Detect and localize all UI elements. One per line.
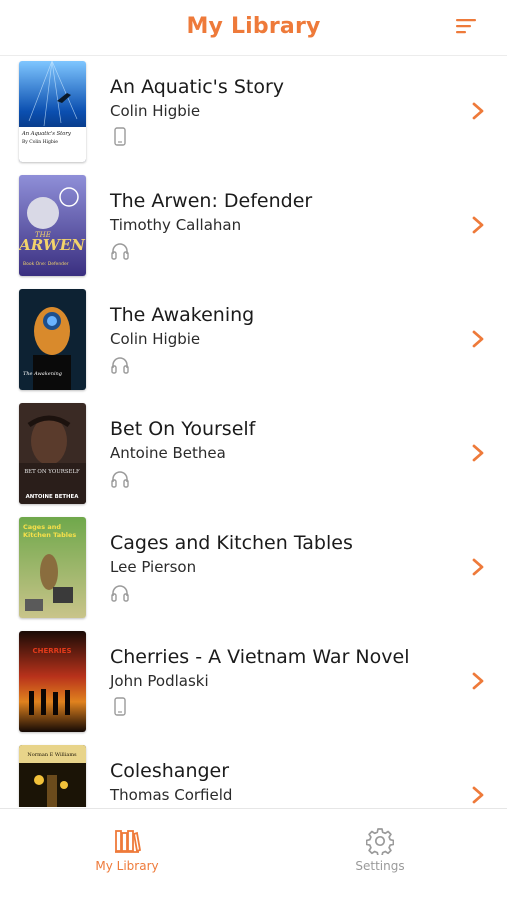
tab-my-library[interactable]: My Library xyxy=(27,809,227,889)
book-row[interactable]: BET ON YOURSELF ANTOINE BETHEA Bet On Yo… xyxy=(0,398,507,511)
cover-text: The Awakening xyxy=(23,371,62,377)
book-author: Timothy Callahan xyxy=(110,216,242,234)
book-row[interactable]: The Awakening The Awakening Colin Higbie xyxy=(0,284,507,397)
books-icon xyxy=(113,827,142,855)
sort-lines-icon xyxy=(456,19,476,34)
book-author: John Podlaski xyxy=(110,672,209,690)
chevron-right-icon[interactable] xyxy=(470,101,486,121)
book-cover: The Awakening xyxy=(19,289,86,390)
book-row[interactable]: An Aquatic's Story By Colin Higbie An Aq… xyxy=(0,56,507,169)
book-cover: Cages and Kitchen Tables xyxy=(19,517,86,618)
book-row[interactable]: Norman E Williams Coleshanger Thomas Cor… xyxy=(0,740,507,807)
book-title: Bet On Yourself xyxy=(110,418,256,440)
book-author: Colin Higbie xyxy=(110,330,201,348)
page-title: My Library xyxy=(186,14,321,39)
cover-text: Cages and xyxy=(23,523,61,531)
book-cover: An Aquatic's Story By Colin Higbie xyxy=(19,61,86,162)
headphones-icon xyxy=(110,582,130,604)
chevron-right-icon[interactable] xyxy=(470,443,486,463)
sort-button[interactable] xyxy=(452,14,482,40)
book-title: Coleshanger xyxy=(110,760,230,782)
chevron-right-icon[interactable] xyxy=(470,557,486,577)
headphones-icon xyxy=(110,354,130,376)
chevron-right-icon[interactable] xyxy=(470,215,486,235)
book-author: Antoine Bethea xyxy=(110,444,226,462)
book-row[interactable]: Cages and Kitchen Tables Cages and Kitch… xyxy=(0,512,507,625)
app-header: My Library xyxy=(0,0,507,56)
book-title: Cages and Kitchen Tables xyxy=(110,532,353,554)
cover-text: CHERRIES xyxy=(33,647,72,655)
phone-icon xyxy=(110,696,130,718)
book-cover: Norman E Williams xyxy=(19,745,86,807)
chevron-right-icon[interactable] xyxy=(470,671,486,691)
book-title: An Aquatic's Story xyxy=(110,76,285,98)
book-author: Thomas Corfield xyxy=(110,786,233,804)
cover-text: Book One: Defender xyxy=(23,261,69,267)
tab-bar: My Library Settings xyxy=(0,808,507,901)
book-row[interactable]: CHERRIES Cherries - A Vietnam War Novel … xyxy=(0,626,507,739)
book-title: The Awakening xyxy=(110,304,255,326)
headphones-icon xyxy=(110,468,130,490)
cover-text: An Aquatic's Story xyxy=(21,131,71,137)
tab-settings[interactable]: Settings xyxy=(280,809,480,889)
phone-icon xyxy=(110,126,130,148)
cover-text: BET ON YOURSELF xyxy=(24,469,80,475)
cover-text: THE xyxy=(35,231,51,239)
book-cover: CHERRIES xyxy=(19,631,86,732)
headphones-icon xyxy=(110,240,130,262)
book-title: The Arwen: Defender xyxy=(110,190,313,212)
cover-text: ARWEN xyxy=(19,236,86,254)
cover-text: By Colin Higbie xyxy=(22,139,58,145)
tab-label: Settings xyxy=(355,859,405,873)
book-author: Lee Pierson xyxy=(110,558,197,576)
tab-label: My Library xyxy=(95,859,159,873)
library-list[interactable]: An Aquatic's Story By Colin Higbie An Aq… xyxy=(0,56,507,807)
book-cover: BET ON YOURSELF ANTOINE BETHEA xyxy=(19,403,86,504)
cover-text: Kitchen Tables xyxy=(23,531,76,539)
book-cover: ARWEN THE Book One: Defender xyxy=(19,175,86,276)
gear-icon xyxy=(365,827,395,857)
cover-text: Norman E Williams xyxy=(27,752,77,758)
book-author: Colin Higbie xyxy=(110,102,201,120)
book-title: Cherries - A Vietnam War Novel xyxy=(110,646,410,668)
book-row[interactable]: ARWEN THE Book One: Defender The Arwen: … xyxy=(0,170,507,283)
chevron-right-icon[interactable] xyxy=(470,329,486,349)
cover-text: ANTOINE BETHEA xyxy=(26,494,80,500)
chevron-right-icon[interactable] xyxy=(470,785,486,805)
